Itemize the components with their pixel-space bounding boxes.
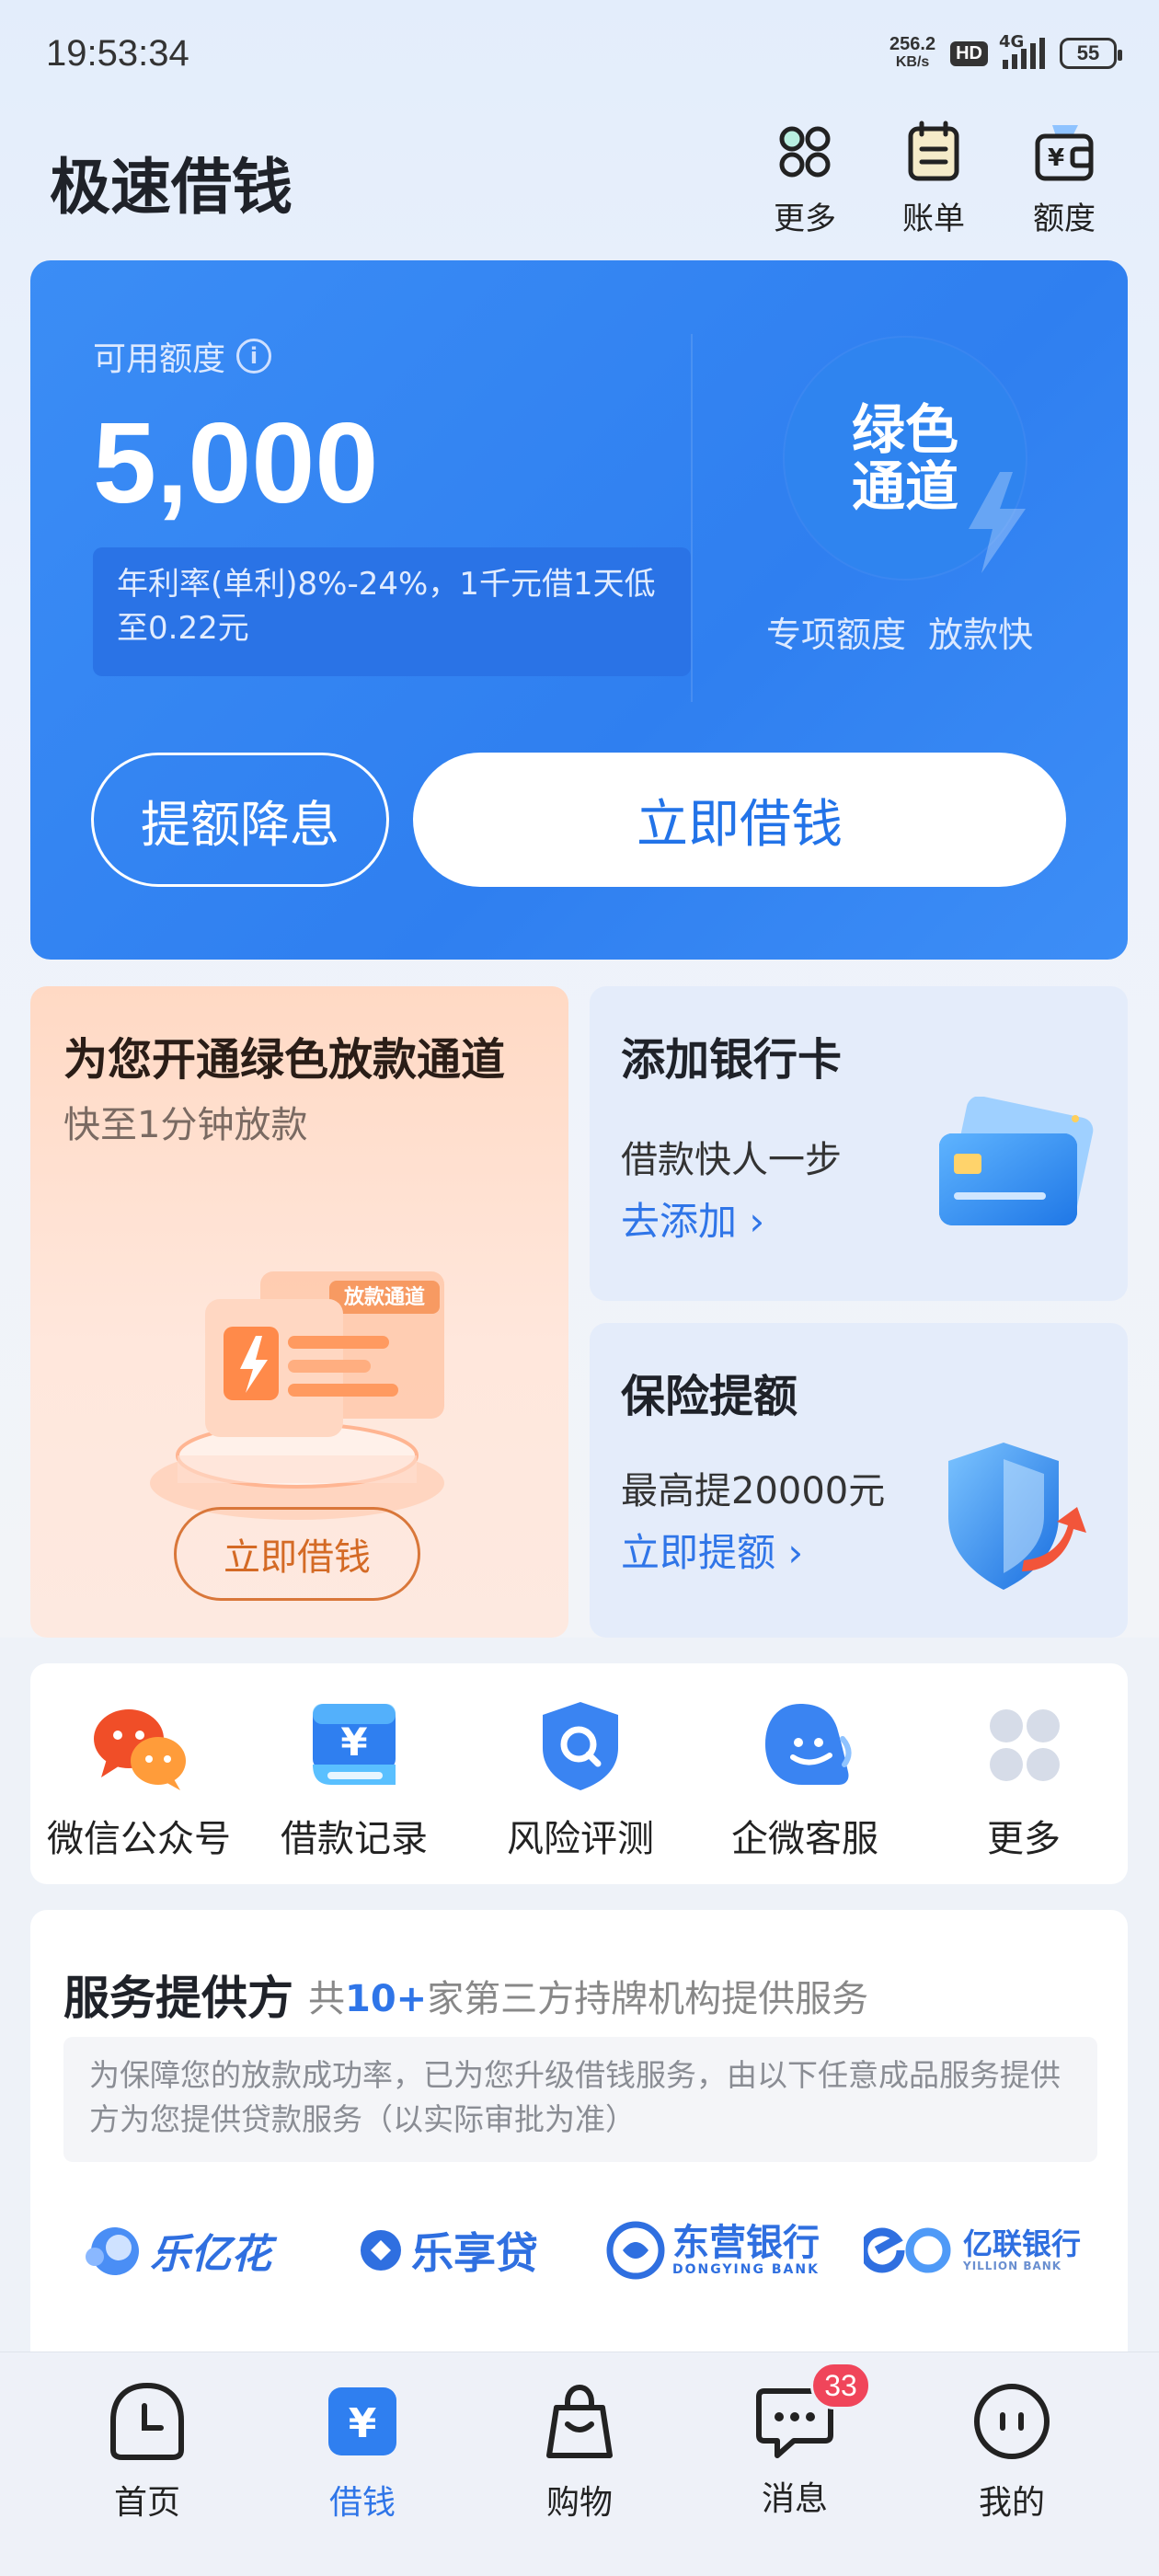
info-icon[interactable]: i xyxy=(236,339,272,374)
insurance-title: 保险提额 xyxy=(621,1371,798,1422)
leyihua-logo-icon xyxy=(86,2227,139,2275)
more-dots-icon xyxy=(990,1709,1060,1781)
provider-logo-dongying-bank: 东营银行 DONGYING BANK xyxy=(606,2214,820,2287)
signal-icon: 4G xyxy=(999,32,1045,69)
loan-record-icon: ¥ xyxy=(313,1704,396,1785)
status-icons: 256.2 KB/s HD 4G 55 xyxy=(889,32,1122,72)
page-title: 极速借钱 xyxy=(50,152,293,223)
provider-title: 服务提供方 xyxy=(63,1972,293,2025)
svg-text:¥: ¥ xyxy=(1048,144,1064,172)
add-bank-card-link[interactable]: 去添加 › xyxy=(621,1190,764,1247)
bottom-tab-bar: 首页 ¥ 借钱 购物 33 消息 我的 xyxy=(0,2352,1159,2576)
svg-text:¥: ¥ xyxy=(340,1719,367,1765)
available-credit-amount: 5,000 xyxy=(93,400,379,527)
loan-channel-illustration: 放款通道 xyxy=(150,1271,444,1520)
header-quota-button[interactable]: ¥ 额度 xyxy=(1014,120,1115,238)
promo-borrow-button[interactable]: 立即借钱 xyxy=(174,1507,420,1601)
shield-icon xyxy=(948,1443,1086,1590)
raise-limit-button[interactable]: 提额降息 xyxy=(91,753,389,887)
svg-text:¥: ¥ xyxy=(349,2400,377,2447)
status-time: 19:53:34 xyxy=(46,33,189,74)
provider-logo-leyihua: 乐亿花 xyxy=(82,2214,271,2287)
shopping-bag-icon xyxy=(546,2384,613,2458)
svg-text:放款通道: 放款通道 xyxy=(343,1285,425,1309)
risk-assessment-icon xyxy=(543,1702,618,1790)
insurance-raise-card[interactable]: 保险提额 最高提20000元 立即提额 › xyxy=(590,1323,1128,1638)
battery-icon: 55 xyxy=(1060,38,1122,69)
promo-subtitle: 快至1分钟放款 xyxy=(63,1104,308,1146)
tab-borrow[interactable]: ¥ 借钱 xyxy=(280,2380,445,2524)
customer-service-icon xyxy=(765,1704,852,1785)
insurance-link[interactable]: 立即提额 › xyxy=(621,1522,803,1578)
page-header: 极速借钱 更多 账单 ¥ 额度 xyxy=(0,120,1159,239)
home-clock-icon xyxy=(110,2382,184,2460)
provider-note: 为保障您的放款成功率，已为您升级借钱服务，由以下任意成品服务提供方为您提供贷款服… xyxy=(63,2037,1097,2162)
provider-subtitle: 共10+家第三方持牌机构提供服务 xyxy=(308,1978,869,2020)
header-more-button[interactable]: 更多 xyxy=(754,120,855,238)
promo-title: 为您开通绿色放款通道 xyxy=(63,1034,506,1086)
chevron-right-icon: › xyxy=(749,1199,765,1244)
provider-logo-lexiangdai: 乐享贷 xyxy=(358,2214,538,2287)
wechat-icon xyxy=(94,1709,186,1790)
borrow-now-button[interactable]: 立即借钱 xyxy=(413,753,1066,887)
more-grid-icon xyxy=(779,126,831,178)
green-channel-subtitle: 专项额度 放款快 xyxy=(766,615,1034,655)
bill-icon xyxy=(908,121,959,181)
tool-wechat-official[interactable]: 微信公众号 xyxy=(29,1700,249,1862)
card-divider xyxy=(691,334,693,702)
tool-more[interactable]: 更多 xyxy=(913,1700,1134,1862)
insurance-desc: 最高提20000元 xyxy=(621,1470,886,1512)
add-bank-card-title: 添加银行卡 xyxy=(621,1034,843,1086)
profile-icon xyxy=(974,2384,1050,2459)
lexiangdai-logo-icon xyxy=(361,2230,401,2271)
dongying-bank-logo-icon xyxy=(606,2221,665,2280)
lightning-icon xyxy=(969,472,1026,573)
status-bar: 19:53:34 256.2 KB/s HD 4G 55 xyxy=(0,0,1159,110)
available-credit-label: 可用额度 i xyxy=(93,332,272,380)
yillion-bank-logo-icon xyxy=(864,2227,951,2273)
credit-limit-card: 可用额度 i 5,000 年利率(单利)8%-24%，1千元借1天低至0.22元… xyxy=(30,260,1128,960)
add-bank-card-desc: 借款快人一步 xyxy=(621,1139,842,1181)
tab-profile[interactable]: 我的 xyxy=(929,2380,1095,2524)
network-speed: 256.2 KB/s xyxy=(889,34,936,70)
chevron-right-icon: › xyxy=(787,1530,804,1575)
wallet-icon: ¥ xyxy=(1035,125,1094,181)
interest-rate-note: 年利率(单利)8%-24%，1千元借1天低至0.22元 xyxy=(93,547,691,676)
message-badge: 33 xyxy=(810,2362,871,2409)
add-bank-card-card[interactable]: 添加银行卡 借款快人一步 去添加 › xyxy=(590,986,1128,1301)
header-bill-button[interactable]: 账单 xyxy=(883,120,984,238)
quick-tools: 微信公众号 ¥ 借款记录 风险评测 企微客服 更多 xyxy=(30,1663,1128,1884)
provider-logo-yillion-bank: 亿联银行 YILLION BANK xyxy=(864,2214,1081,2287)
tab-shopping[interactable]: 购物 xyxy=(497,2380,662,2524)
tool-loan-record[interactable]: ¥ 借款记录 xyxy=(244,1700,465,1862)
tool-risk-assessment[interactable]: 风险评测 xyxy=(470,1700,691,1862)
hd-icon: HD xyxy=(950,40,988,66)
bank-card-icon xyxy=(939,1097,1094,1225)
tab-home[interactable]: 首页 xyxy=(64,2380,230,2524)
tool-customer-service[interactable]: 企微客服 xyxy=(694,1700,915,1862)
green-channel-promo-card[interactable]: 为您开通绿色放款通道 快至1分钟放款 放款通道 立即借钱 xyxy=(30,986,568,1638)
yuan-icon: ¥ xyxy=(328,2387,396,2455)
tab-messages[interactable]: 33 消息 xyxy=(712,2362,878,2520)
